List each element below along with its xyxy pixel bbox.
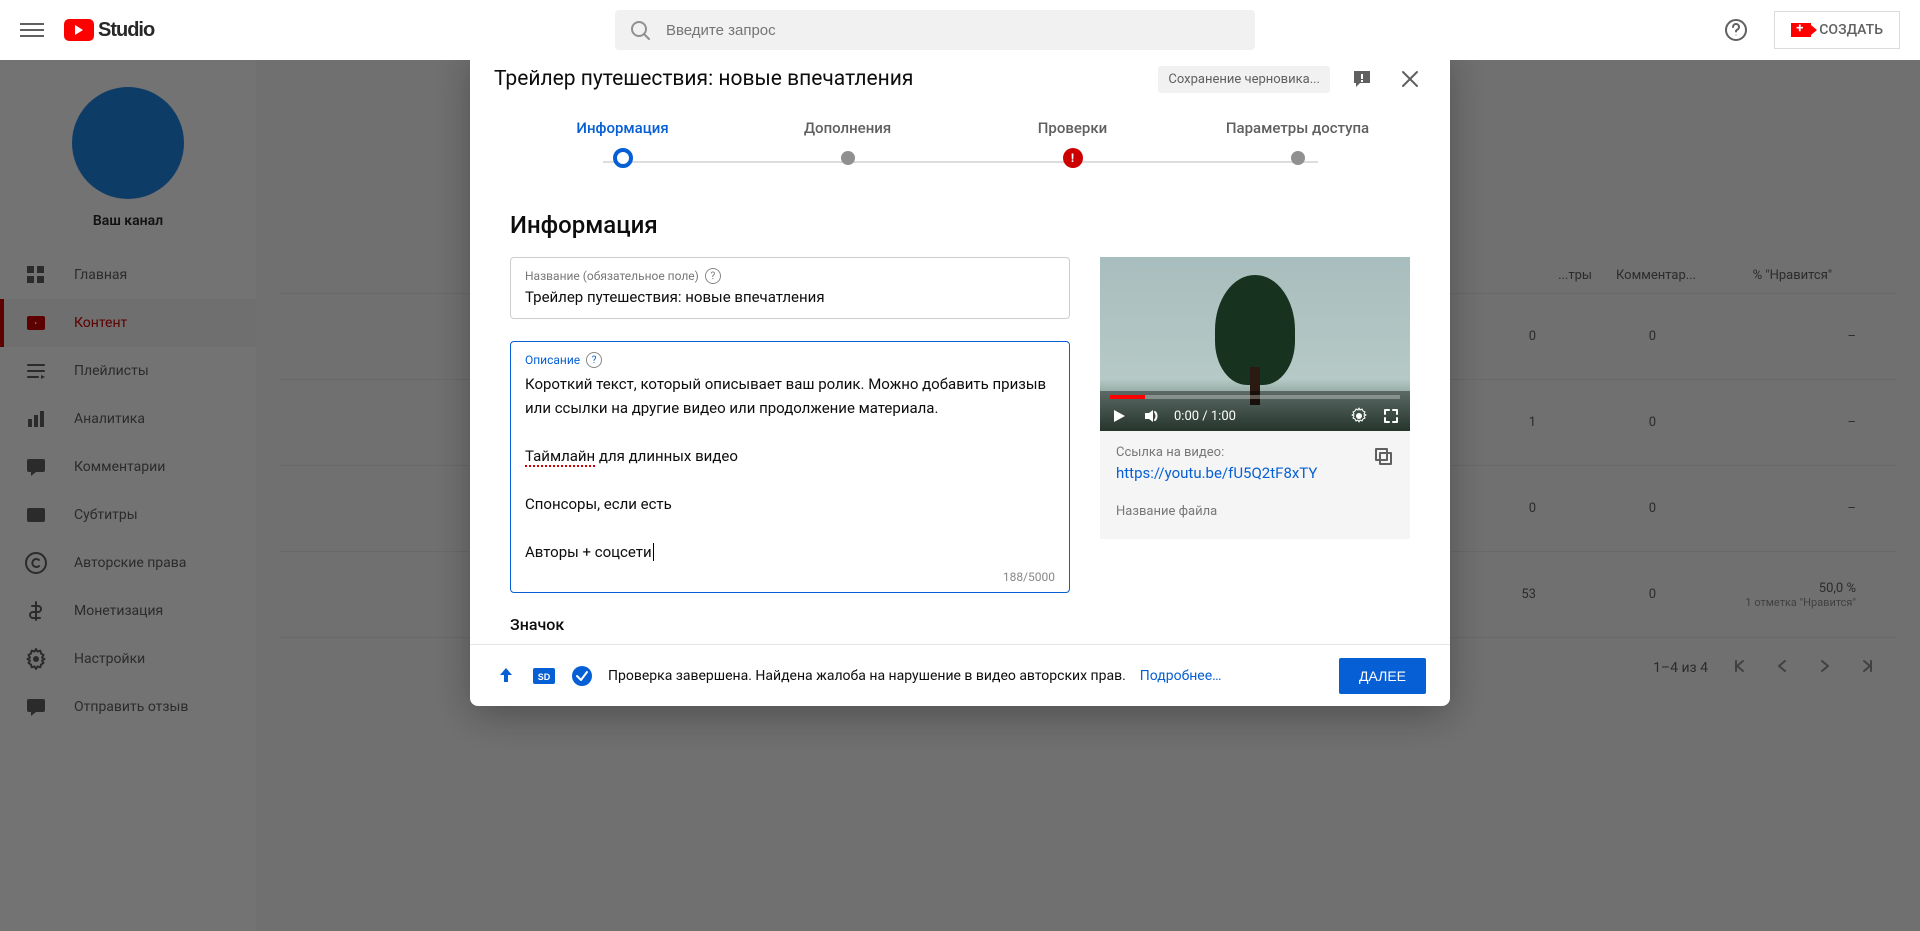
video-preview[interactable]: 0:00 / 1:00 [1100,257,1410,431]
title-help-icon[interactable]: ? [705,268,721,284]
next-button[interactable]: ДАЛЕЕ [1339,658,1426,694]
app-header: Studio СОЗДАТЬ [0,0,1920,60]
volume-icon[interactable] [1142,407,1160,425]
create-label: СОЗДАТЬ [1819,22,1883,38]
description-field[interactable]: Описание? Короткий текст, который описыв… [510,341,1070,593]
modal-overlay: Трейлер путешествия: новые впечатления С… [0,0,1920,931]
create-button[interactable]: СОЗДАТЬ [1774,11,1900,49]
feedback-icon [1351,68,1373,90]
footer-status-text: Проверка завершена. Найдена жалоба на на… [608,668,1126,684]
description-value[interactable]: Короткий текст, который описывает ваш ро… [525,372,1055,564]
progress-bar[interactable] [1110,395,1400,399]
description-help-icon[interactable]: ? [586,352,602,368]
help-button[interactable] [1716,10,1756,50]
step-checks[interactable]: Проверки! [960,119,1185,202]
thumbnail-section-title: Значок [510,615,1070,634]
section-title: Информация [510,211,1410,239]
sd-badge-icon: SD [532,664,556,688]
close-icon [1399,68,1421,90]
upload-status-icon [494,664,518,688]
footer-more-link[interactable]: Подробнее… [1140,668,1222,684]
step-elements[interactable]: Дополнения [735,119,960,202]
title-label: Название (обязательное поле) [525,269,699,283]
logo-text: Studio [98,19,154,42]
step-info[interactable]: Информация [510,119,735,202]
file-name-label: Название файла [1116,504,1394,519]
feedback-button[interactable] [1346,63,1378,95]
video-link-box: Ссылка на видео: https://youtu.be/fU5Q2t… [1100,431,1410,539]
title-field[interactable]: Название (обязательное поле)? Трейлер пу… [510,257,1070,319]
modal-footer: SD Проверка завершена. Найдена жалоба на… [470,644,1450,706]
check-status-icon [570,664,594,688]
menu-icon[interactable] [20,18,44,42]
fullscreen-icon[interactable] [1382,407,1400,425]
settings-icon[interactable] [1350,407,1368,425]
search-input[interactable] [666,22,1255,39]
close-button[interactable] [1394,63,1426,95]
studio-logo[interactable]: Studio [64,19,154,42]
stepper: Информация Дополнения Проверки! Параметр… [470,111,1450,203]
help-icon [1724,18,1748,42]
play-time: 0:00 / 1:00 [1174,409,1236,424]
search-box[interactable] [615,10,1255,50]
description-label: Описание [525,353,580,367]
search-icon [629,19,650,41]
video-controls: 0:00 / 1:00 [1100,391,1410,431]
modal-title: Трейлер путешествия: новые впечатления [494,67,1142,91]
step-visibility[interactable]: Параметры доступа [1185,119,1410,202]
video-link[interactable]: https://youtu.be/fU5Q2tF8xTY [1116,464,1317,482]
title-value[interactable]: Трейлер путешествия: новые впечатления [525,288,1055,306]
play-icon[interactable] [1110,407,1128,425]
svg-text:SD: SD [538,672,551,682]
youtube-play-icon [64,19,94,41]
copy-icon[interactable] [1372,445,1394,471]
saving-chip: Сохранение черновика... [1158,66,1330,93]
create-video-icon [1791,23,1811,37]
link-label: Ссылка на видео: [1116,445,1317,460]
char-count: 188/5000 [1003,570,1055,584]
upload-modal: Трейлер путешествия: новые впечатления С… [470,45,1450,706]
